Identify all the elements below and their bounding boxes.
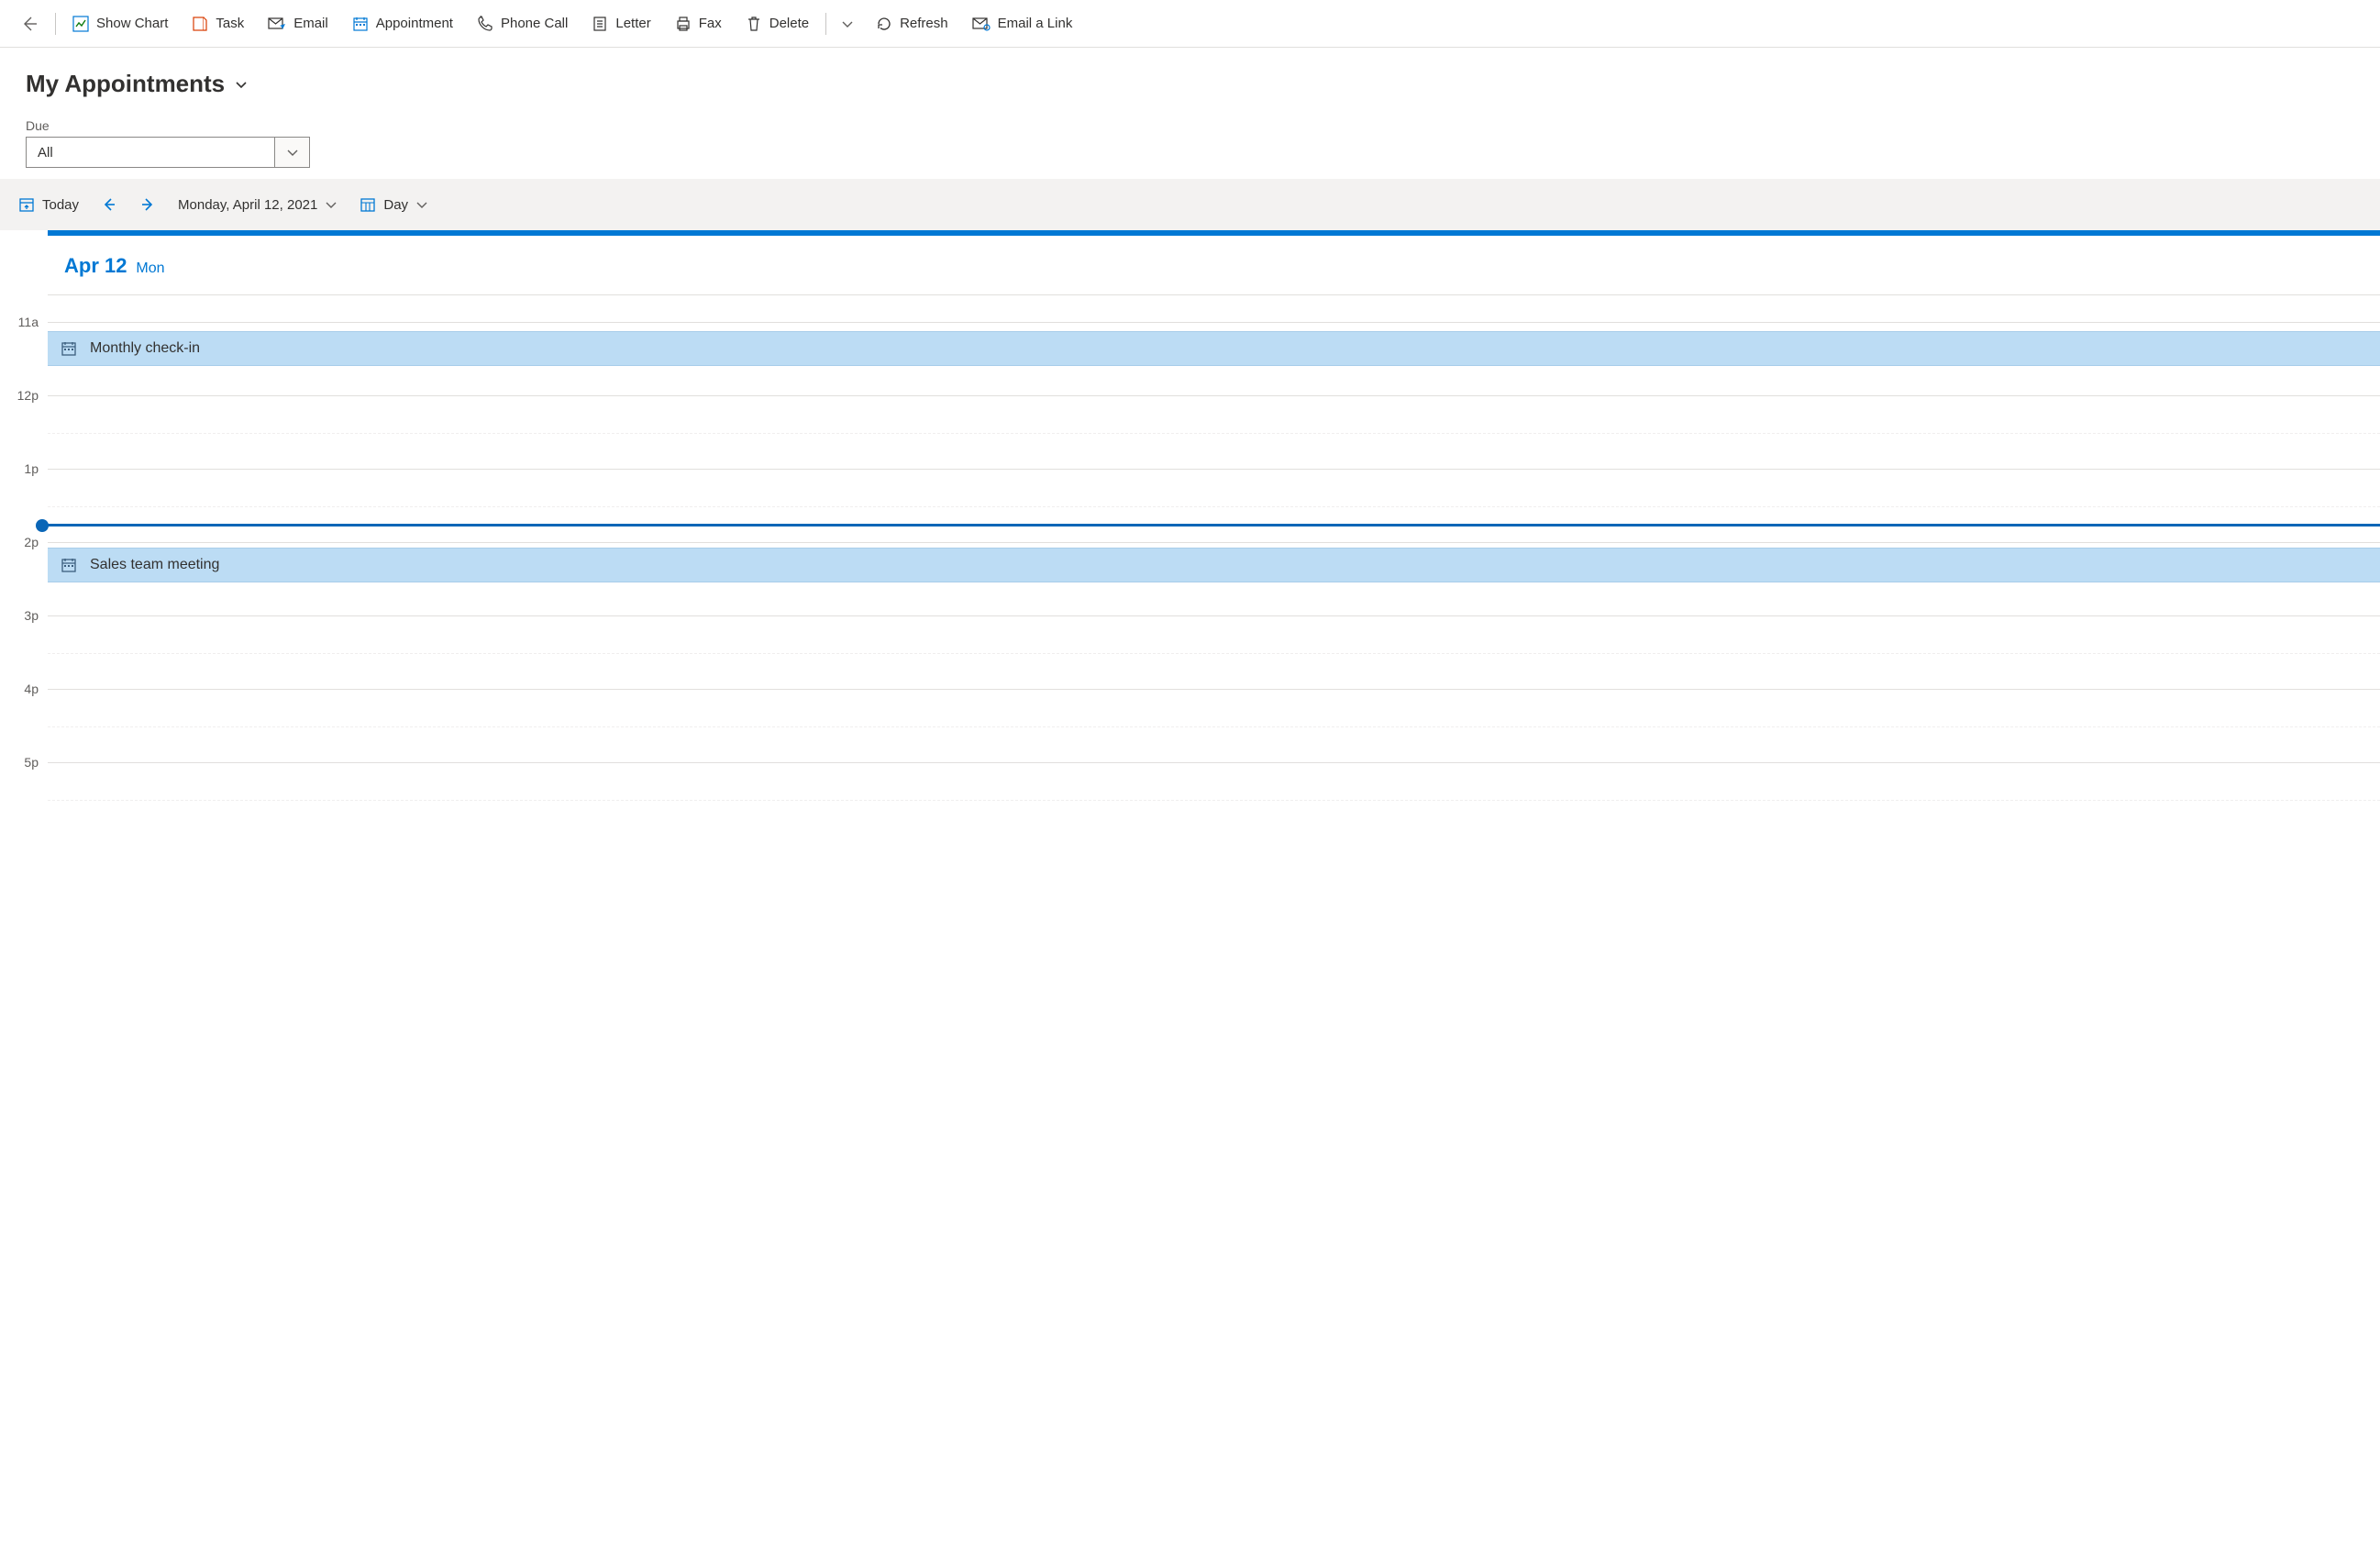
time-label: 3p bbox=[24, 608, 39, 623]
date-display-text: Monday, April 12, 2021 bbox=[178, 197, 317, 213]
calendar: Apr 12 Mon 11a12p1p2p3p4p5p Monthly chec… bbox=[0, 230, 2380, 836]
current-time-indicator bbox=[42, 524, 2380, 527]
time-label: 12p bbox=[17, 388, 39, 403]
task-icon bbox=[192, 16, 208, 32]
view-title-text: My Appointments bbox=[26, 70, 225, 98]
due-filter-value: All bbox=[38, 145, 53, 161]
email-a-link-label: Email a Link bbox=[998, 16, 1073, 31]
hour-row[interactable] bbox=[48, 689, 2380, 762]
due-filter-select[interactable]: All bbox=[26, 137, 310, 168]
today-label: Today bbox=[42, 197, 79, 213]
email-label: Email bbox=[293, 16, 328, 31]
phone-icon bbox=[477, 16, 493, 32]
overflow-button[interactable] bbox=[834, 6, 861, 42]
calendar-day-header[interactable]: Apr 12 Mon bbox=[48, 236, 2380, 294]
header-area: My Appointments Due All bbox=[0, 48, 2380, 179]
phone-call-button[interactable]: Phone Call bbox=[468, 10, 577, 38]
email-icon bbox=[268, 16, 286, 32]
divider bbox=[825, 13, 826, 35]
calendar-icon bbox=[352, 16, 369, 32]
time-label: 11a bbox=[18, 315, 39, 329]
chevron-down-icon bbox=[841, 17, 854, 30]
calendar-range-icon bbox=[360, 196, 376, 213]
time-label: 5p bbox=[24, 755, 39, 770]
time-label: 2p bbox=[24, 535, 39, 549]
back-button[interactable] bbox=[11, 6, 48, 42]
refresh-label: Refresh bbox=[900, 16, 948, 31]
view-range-text: Day bbox=[383, 197, 408, 213]
calendar-dow: Mon bbox=[136, 261, 164, 276]
calendar-event[interactable]: Monthly check-in bbox=[48, 331, 2380, 366]
chevron-down-icon bbox=[325, 198, 338, 211]
half-hour-line bbox=[48, 726, 2380, 727]
view-selector[interactable]: My Appointments bbox=[26, 70, 249, 98]
all-day-row[interactable] bbox=[48, 294, 2380, 322]
time-label: 4p bbox=[24, 682, 39, 696]
select-caret bbox=[274, 138, 309, 167]
refresh-button[interactable]: Refresh bbox=[867, 10, 958, 38]
divider bbox=[55, 13, 56, 35]
date-nav-bar: Today Monday, April 12, 2021 Day bbox=[0, 179, 2380, 230]
delete-button[interactable]: Delete bbox=[736, 10, 818, 38]
task-button[interactable]: Task bbox=[183, 10, 253, 38]
show-chart-label: Show Chart bbox=[96, 16, 168, 31]
half-hour-line bbox=[48, 433, 2380, 434]
calendar-event[interactable]: Sales team meeting bbox=[48, 548, 2380, 582]
due-filter-label: Due bbox=[26, 118, 2354, 133]
hour-row[interactable] bbox=[48, 762, 2380, 836]
letter-button[interactable]: Letter bbox=[582, 10, 659, 38]
half-hour-line bbox=[48, 800, 2380, 801]
arrow-left-icon bbox=[101, 196, 117, 213]
chevron-down-icon bbox=[415, 198, 428, 211]
fax-label: Fax bbox=[699, 16, 722, 31]
delete-label: Delete bbox=[769, 16, 809, 31]
letter-label: Letter bbox=[615, 16, 650, 31]
calendar-icon bbox=[61, 340, 77, 357]
refresh-icon bbox=[876, 16, 892, 32]
chart-icon bbox=[72, 16, 89, 32]
appointment-button[interactable]: Appointment bbox=[343, 10, 462, 38]
calendar-date-short: Apr 12 bbox=[64, 254, 127, 277]
arrow-right-icon bbox=[139, 196, 156, 213]
appointment-label: Appointment bbox=[376, 16, 453, 31]
prev-day-button[interactable] bbox=[94, 189, 125, 220]
filter-row: Due All bbox=[26, 118, 2354, 168]
chevron-down-icon bbox=[234, 77, 249, 92]
show-chart-button[interactable]: Show Chart bbox=[63, 10, 177, 38]
time-label: 1p bbox=[24, 461, 39, 476]
trash-icon bbox=[746, 16, 762, 32]
chevron-down-icon bbox=[286, 146, 299, 159]
command-bar: Show Chart Task Email Appointment Phone … bbox=[0, 0, 2380, 48]
date-display[interactable]: Monday, April 12, 2021 bbox=[171, 192, 345, 218]
email-button[interactable]: Email bbox=[259, 10, 338, 38]
current-time-dot bbox=[36, 519, 49, 532]
email-a-link-button[interactable]: Email a Link bbox=[963, 10, 1082, 38]
task-label: Task bbox=[216, 16, 244, 31]
letter-icon bbox=[592, 16, 608, 32]
half-hour-line bbox=[48, 506, 2380, 507]
half-hour-line bbox=[48, 653, 2380, 654]
view-range-selector[interactable]: Day bbox=[352, 191, 436, 218]
event-title: Monthly check-in bbox=[90, 340, 200, 357]
phone-call-label: Phone Call bbox=[501, 16, 568, 31]
hour-row[interactable] bbox=[48, 615, 2380, 689]
calendar-today-icon bbox=[18, 196, 35, 213]
next-day-button[interactable] bbox=[132, 189, 163, 220]
calendar-grid[interactable]: 11a12p1p2p3p4p5p Monthly check-inSales t… bbox=[48, 322, 2380, 836]
hour-row[interactable] bbox=[48, 395, 2380, 469]
event-title: Sales team meeting bbox=[90, 557, 219, 573]
calendar-icon bbox=[61, 557, 77, 573]
fax-icon bbox=[675, 16, 692, 32]
fax-button[interactable]: Fax bbox=[666, 10, 731, 38]
arrow-left-icon bbox=[20, 15, 39, 33]
email-link-icon bbox=[972, 16, 991, 32]
hour-row[interactable] bbox=[48, 469, 2380, 542]
today-button[interactable]: Today bbox=[11, 191, 86, 218]
